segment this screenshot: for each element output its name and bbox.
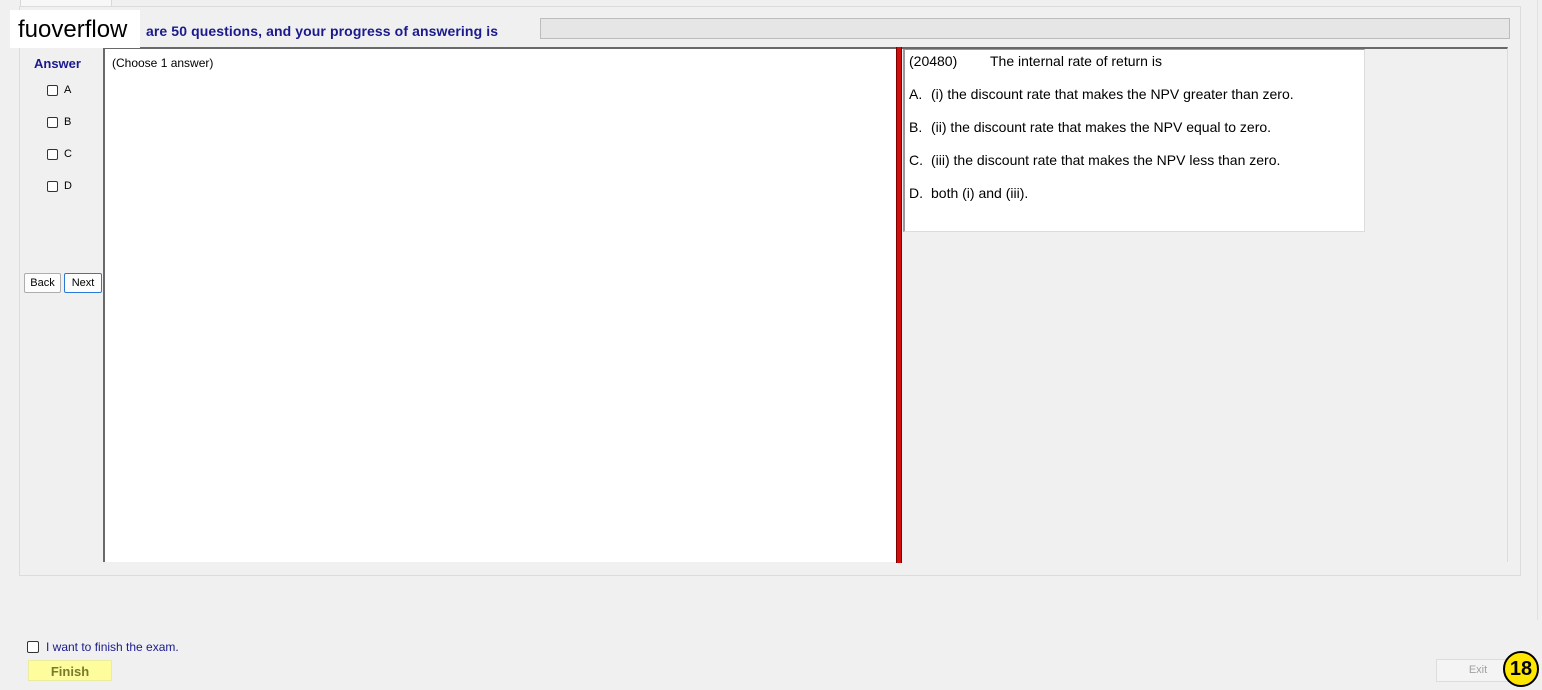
progress-bar [540,18,1510,39]
back-button[interactable]: Back [24,273,61,293]
question-option-text: (i) the discount rate that makes the NPV… [931,86,1294,102]
question-option-text: (iii) the discount rate that makes the N… [931,152,1281,168]
finish-checkbox-label: I want to finish the exam. [46,640,179,654]
finish-exam-checkbox[interactable]: I want to finish the exam. [27,640,179,654]
question-box: (20480) The internal rate of return is A… [903,49,1365,232]
answer-option-c[interactable]: C [47,146,72,162]
option-label-c: C [64,148,72,160]
question-option-letter: C. [909,152,923,168]
question-option-letter: A. [909,86,923,102]
next-button[interactable]: Next [64,273,102,293]
question-option-letter: D. [909,185,923,201]
answer-pane[interactable]: (Choose 1 answer) [103,47,896,562]
question-option-text: both (i) and (iii). [931,185,1029,201]
answer-option-a[interactable]: A [47,82,71,98]
option-label-d: D [64,180,72,192]
question-option-d: D. both (i) and (iii). [909,185,1028,201]
answer-option-d[interactable]: D [47,178,72,194]
finish-button[interactable]: Finish [28,660,112,681]
question-option-b: B. (ii) the discount rate that makes the … [909,119,1271,135]
checkbox-a[interactable] [47,84,58,96]
checkbox-c[interactable] [47,148,58,160]
page-number-badge: 18 [1503,651,1539,687]
question-option-a: A. (i) the discount rate that makes the N… [909,86,1294,102]
answer-heading: Answer [34,56,81,71]
option-label-b: B [64,116,72,128]
progress-label: are 50 questions, and your progress of a… [146,23,499,39]
question-option-c: C. (iii) the discount rate that makes the… [909,152,1280,168]
question-option-letter: B. [909,119,923,135]
watermark: fuoverflow [10,10,140,48]
question-text: The internal rate of return is [990,53,1162,69]
answer-column: Answer A B C D Back Next [24,48,104,562]
answer-option-b[interactable]: B [47,114,71,130]
question-id: (20480) [909,53,958,69]
choose-hint: (Choose 1 answer) [112,56,214,70]
checkbox-b[interactable] [47,116,58,128]
checkbox-d[interactable] [47,180,58,192]
option-label-a: A [64,84,72,96]
question-option-text: (ii) the discount rate that makes the NP… [931,119,1272,135]
finish-checkbox-box[interactable] [27,641,39,653]
